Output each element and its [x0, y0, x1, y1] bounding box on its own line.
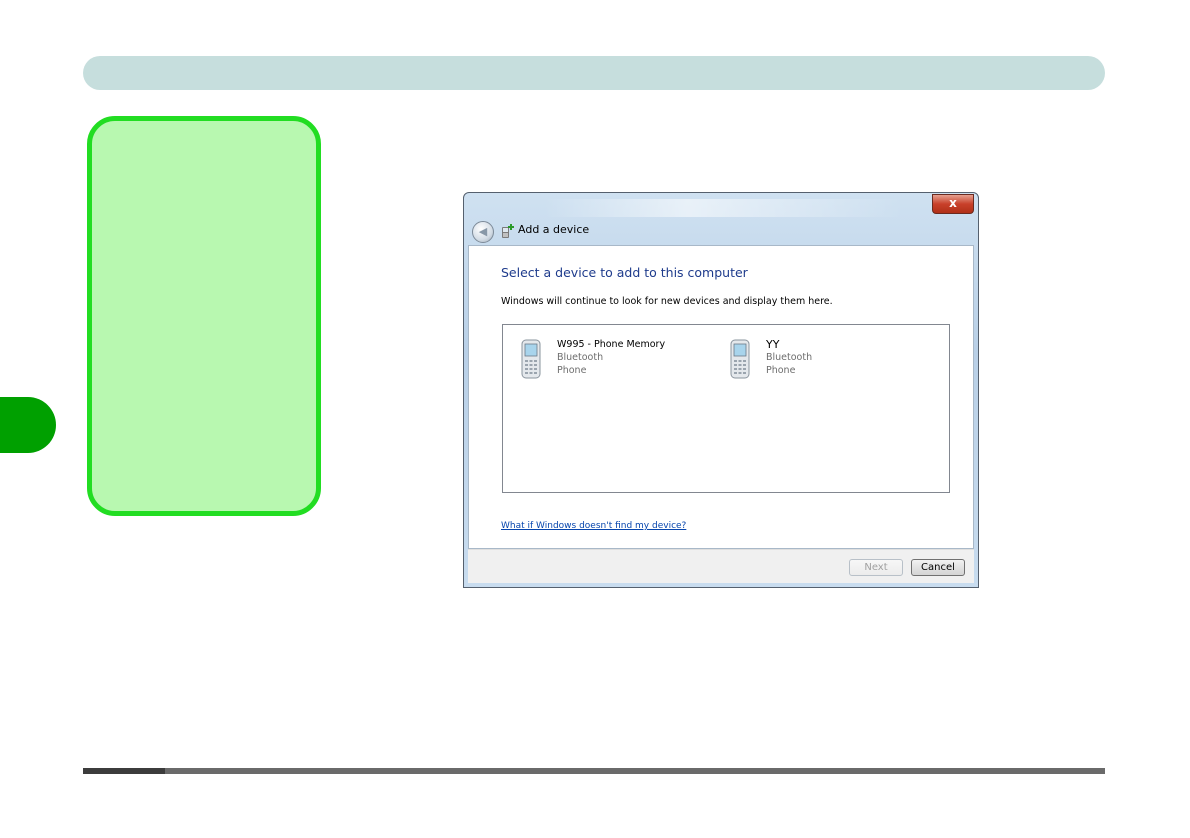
close-icon: x — [949, 196, 957, 210]
dialog-instructions: Windows will continue to look for new de… — [501, 296, 833, 307]
device-connection: Bluetooth — [557, 352, 604, 363]
dialog-title: Add a device — [518, 223, 590, 236]
back-button[interactable]: ◀ — [472, 221, 494, 243]
device-category: Phone — [766, 365, 796, 376]
device-connection: Bluetooth — [766, 352, 813, 363]
help-link[interactable]: What if Windows doesn't find my device? — [501, 521, 686, 531]
chapter-tab — [0, 397, 56, 453]
page-header-bar — [83, 56, 1105, 90]
device-name: W995 - Phone Memory — [557, 339, 666, 350]
dialog-heading: Select a device to add to this computer — [501, 265, 748, 280]
device-item[interactable]: YY Bluetooth Phone — [712, 337, 912, 381]
bluetooth-device-icon — [502, 224, 514, 238]
next-button[interactable]: Next — [849, 559, 903, 576]
device-item[interactable]: W995 - Phone Memory Bluetooth Phone — [503, 337, 703, 381]
dialog-footer: Next Cancel — [468, 549, 974, 583]
title-bar-glass — [544, 199, 904, 217]
close-button[interactable]: x — [932, 194, 974, 214]
device-category: Phone — [557, 365, 587, 376]
mobile-phone-icon — [730, 339, 750, 379]
device-name: YY — [766, 338, 780, 351]
back-arrow-icon: ◀ — [478, 225, 488, 238]
mobile-phone-icon — [521, 339, 541, 379]
add-device-dialog: x ◀ Add a device Select a device to add … — [463, 192, 979, 588]
cancel-button[interactable]: Cancel — [911, 559, 965, 576]
page-footer-rule — [83, 768, 1105, 774]
device-list[interactable]: W995 - Phone Memory Bluetooth Phone YY B… — [502, 324, 950, 493]
sidebar-note-box — [87, 116, 321, 516]
dialog-content: Select a device to add to this computer … — [468, 245, 974, 549]
